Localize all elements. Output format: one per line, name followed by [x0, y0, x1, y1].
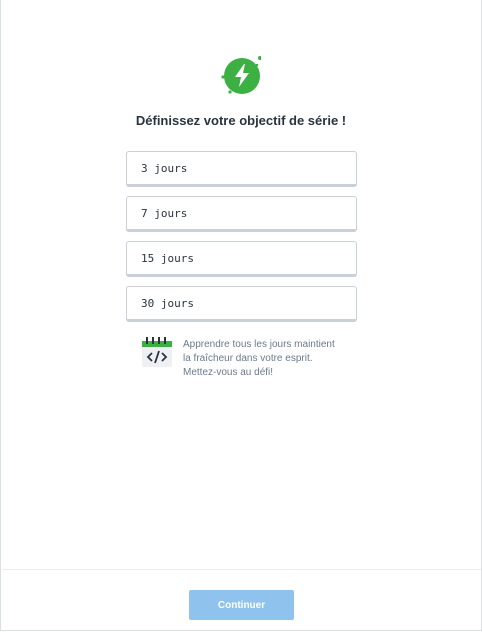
streak-goal-options: 3 jours 7 jours 15 jours 30 jours: [126, 151, 357, 331]
footer-divider: [2, 569, 481, 570]
option-3-days[interactable]: 3 jours: [126, 151, 357, 187]
option-30-days[interactable]: 30 jours: [126, 286, 357, 322]
continue-button[interactable]: Continuer: [189, 590, 294, 620]
option-7-days[interactable]: 7 jours: [126, 196, 357, 232]
tip-text: Apprendre tous les jours maintient la fr…: [183, 338, 335, 380]
tip-box: Apprendre tous les jours maintient la fr…: [141, 336, 361, 380]
option-15-days[interactable]: 15 jours: [126, 241, 357, 277]
page-title: Définissez votre objectif de série !: [135, 113, 347, 128]
tip-line-2: la fraîcheur dans votre esprit.: [183, 353, 313, 364]
tip-line-3: Mettez-vous au défi!: [183, 367, 274, 378]
tip-line-1: Apprendre tous les jours maintient: [183, 339, 335, 350]
modal-panel: Définissez votre objectif de série ! 3 j…: [0, 0, 482, 631]
calendar-code-icon: [142, 337, 172, 367]
lightning-bolt-icon: [221, 56, 261, 94]
